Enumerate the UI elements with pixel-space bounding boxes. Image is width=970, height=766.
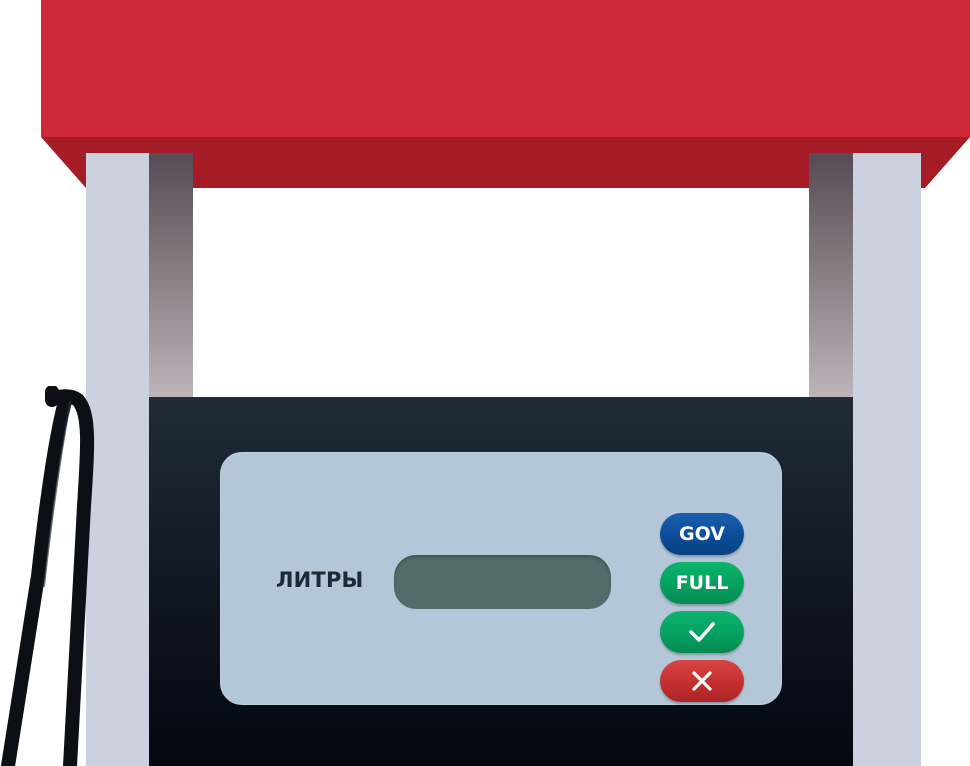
confirm-button[interactable]	[660, 611, 744, 653]
right-pillar	[853, 153, 921, 766]
checkmark-icon	[688, 621, 716, 643]
cancel-button[interactable]	[660, 660, 744, 702]
gov-button-label: GOV	[679, 523, 725, 545]
full-button[interactable]: FULL	[660, 562, 744, 604]
fuel-hose[interactable]	[0, 386, 110, 766]
left-inner-column	[149, 153, 193, 397]
canopy-roof	[41, 0, 970, 137]
right-inner-column	[809, 153, 853, 397]
liters-display	[394, 555, 611, 609]
full-button-label: FULL	[675, 572, 729, 594]
liters-label: ЛИТРЫ	[276, 568, 364, 592]
gov-button[interactable]: GOV	[660, 513, 744, 555]
close-icon	[690, 669, 714, 693]
